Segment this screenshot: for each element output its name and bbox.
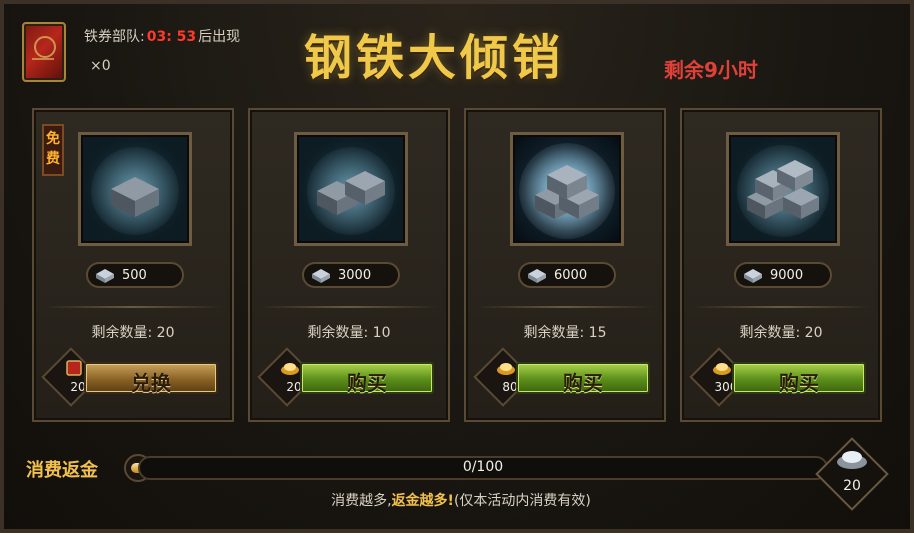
divider: [44, 306, 222, 308]
stock-remaining: 剩余数量: 10: [307, 325, 391, 341]
purchase-row: 80 购买: [473, 347, 652, 407]
exchange-button-label: 兑换: [131, 371, 171, 395]
steel-item-frame[interactable]: [78, 132, 192, 246]
steel-item-frame[interactable]: [294, 132, 408, 246]
steel-icon: [528, 269, 546, 283]
buy-button-label: 购买: [779, 371, 819, 395]
footnote-part-1: 消费越多,: [331, 493, 392, 509]
footnote-part-3: (仅本活动内消费有效): [453, 493, 591, 509]
iron-ticket-icon: [22, 22, 66, 82]
stock-remaining: 剩余数量: 15: [523, 325, 607, 341]
rebate-progress-bar: 0/100: [138, 456, 828, 480]
offer-card: 6000 剩余数量: 15 80 购买: [464, 108, 666, 422]
steel-sale-panel: 铁券部队: 03: 53 后出现 ×0 钢铁大倾销 剩余9小时 免费 500 剩…: [0, 0, 914, 533]
remaining-time: 剩余9小时: [664, 58, 758, 82]
steel-block-icon: [737, 145, 829, 237]
page-title: 钢铁大倾销: [304, 30, 565, 86]
steel-icon: [744, 269, 762, 283]
offer-cards: 免费 500 剩余数量: 20 20 兑换 3000 剩余数量: 10 20 购…: [32, 108, 890, 426]
divider: [476, 306, 654, 308]
timer-suffix: 后出现: [198, 29, 241, 45]
steel-amount-value: 9000: [770, 268, 804, 283]
exchange-button[interactable]: 兑换: [84, 362, 218, 395]
buy-button[interactable]: 购买: [732, 362, 866, 395]
rebate-label: 消费返金: [26, 460, 98, 481]
steel-item-frame[interactable]: [510, 132, 624, 246]
buy-button-label: 购买: [563, 371, 603, 395]
steel-block-icon: [91, 147, 179, 235]
buy-button[interactable]: 购买: [300, 362, 434, 395]
gold-ingot-icon: [713, 363, 731, 375]
ticket-count: ×0: [90, 58, 111, 74]
buy-button[interactable]: 购买: [516, 362, 650, 395]
timer-value: 03: 53: [146, 29, 197, 45]
offer-card: 9000 剩余数量: 20 300 购买: [680, 108, 882, 422]
steel-block-icon: [519, 143, 615, 239]
divider: [260, 306, 438, 308]
red-ticket-icon: [66, 360, 82, 376]
gold-ingot-icon: [497, 363, 515, 375]
steel-amount: 500: [86, 262, 184, 288]
silver-ingot-icon: [837, 451, 867, 469]
steel-amount: 3000: [302, 262, 400, 288]
steel-amount-value: 500: [122, 268, 147, 283]
steel-amount: 6000: [518, 262, 616, 288]
timer-prefix: 铁券部队:: [84, 29, 145, 45]
purchase-row: 300 购买: [689, 347, 868, 407]
free-badge: 免费: [42, 124, 64, 176]
steel-amount-value: 6000: [554, 268, 588, 283]
steel-icon: [96, 269, 114, 283]
steel-block-icon: [307, 147, 395, 235]
buy-button-label: 购买: [347, 371, 387, 395]
steel-amount-value: 3000: [338, 268, 372, 283]
divider: [692, 306, 870, 308]
footnote-part-2: 返金越多!: [391, 493, 454, 509]
stock-remaining: 剩余数量: 20: [91, 325, 175, 341]
rebate-progress-text: 0/100: [462, 459, 504, 475]
gold-ingot-icon: [281, 363, 299, 375]
troop-timer: 铁券部队: 03: 53 后出现: [84, 26, 240, 46]
offer-card: 3000 剩余数量: 10 20 购买: [248, 108, 450, 422]
stock-remaining: 剩余数量: 20: [739, 325, 823, 341]
steel-item-frame[interactable]: [726, 132, 840, 246]
steel-icon: [312, 269, 330, 283]
purchase-row: 20 兑换: [41, 347, 220, 407]
steel-amount: 9000: [734, 262, 832, 288]
offer-card: 免费 500 剩余数量: 20 20 兑换: [32, 108, 234, 422]
purchase-row: 20 购买: [257, 347, 436, 407]
panel-header: 铁券部队: 03: 53 后出现 ×0 钢铁大倾销 剩余9小时: [4, 4, 914, 96]
rebate-section: 消费返金 0/100 20 消费越多,返金越多!(仅本活动内消费有效): [18, 437, 904, 526]
rebate-footnote: 消费越多,返金越多!(仅本活动内消费有效): [18, 490, 904, 510]
